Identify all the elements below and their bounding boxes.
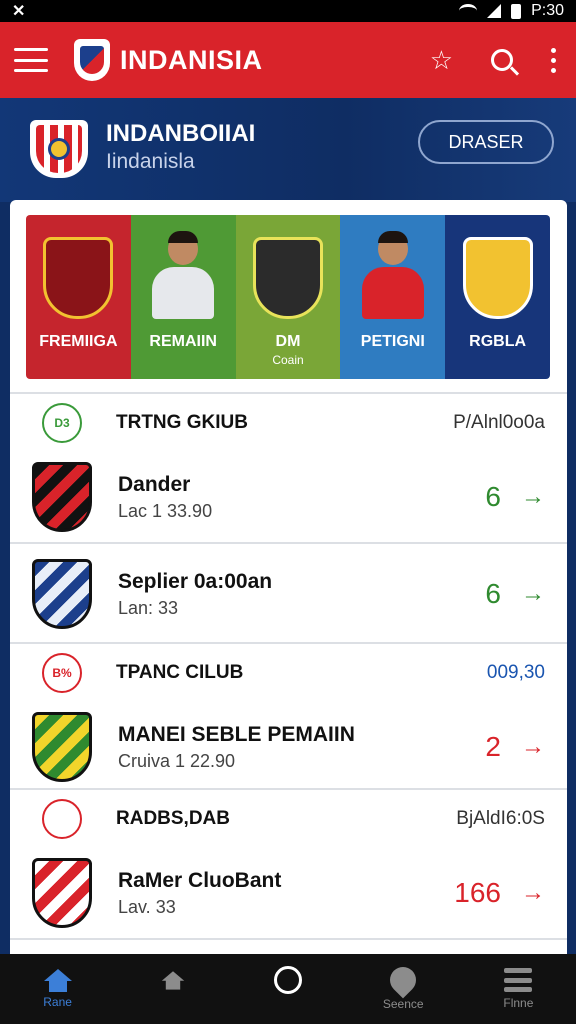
player-photo	[138, 227, 228, 327]
section-header: RADBS,DAB BjAldI6:0S	[10, 790, 567, 848]
category-label: REMAIIN	[149, 333, 217, 350]
status-indicators: P:30	[459, 2, 564, 20]
club-section: RADBS,DAB BjAldI6:0S RaMer CluoBant Lav.…	[10, 788, 567, 940]
nav-home[interactable]: Rane	[0, 954, 115, 1024]
section-title: TPANC CILUB	[116, 662, 244, 683]
section-badge-icon	[42, 799, 82, 839]
team-name: MANEI SEBLE PEMAIIN	[118, 722, 355, 746]
category-strip: FREMIIGA REMAIIN DM Coain PETIGNI RGBLA	[26, 215, 550, 379]
club-crest-icon	[43, 237, 114, 319]
home-icon	[43, 969, 72, 992]
search-icon[interactable]	[491, 49, 513, 71]
hero-subtitle: Iindanisla	[106, 150, 195, 173]
arrow-right-icon[interactable]: →	[521, 733, 545, 761]
category-tile-petigni[interactable]: PETIGNI	[340, 215, 446, 379]
bottom-navigation: Rane Seence Flnne	[0, 954, 576, 1024]
more-options-icon[interactable]	[551, 47, 556, 73]
category-label: PETIGNI	[360, 333, 425, 350]
battery-icon	[511, 3, 522, 19]
category-label: RGBLA	[469, 333, 527, 350]
team-row[interactable]: RaMer CluoBant Lav. 33 166 →	[10, 848, 567, 938]
main-card: FREMIIGA REMAIIN DM Coain PETIGNI RGBLA	[10, 200, 567, 960]
app-logo	[74, 39, 110, 81]
signal-icon	[487, 4, 502, 18]
category-label: DM	[275, 333, 301, 350]
section-header: B% TPANC CILUB 009,30	[10, 644, 567, 702]
app-bar: INDANISIA ☆	[0, 22, 576, 98]
wifi-icon	[459, 4, 478, 18]
nav-flnne[interactable]: Flnne	[461, 954, 576, 1024]
nav-label: Rane	[43, 995, 72, 1009]
hero-title: INDANBOIIAI	[106, 120, 256, 147]
shield-icon	[252, 237, 323, 319]
star-crest-icon	[462, 237, 533, 319]
club-section: B% TPANC CILUB 009,30 MANEI SEBLE PEMAII…	[10, 642, 567, 792]
team-crest-icon	[32, 712, 92, 782]
stadium-icon	[161, 971, 184, 990]
status-bar: ✕ P:30	[0, 0, 576, 22]
status-time: P:30	[531, 2, 564, 19]
team-count: 166	[454, 877, 501, 908]
category-tile-rgbla[interactable]: RGBLA	[445, 215, 550, 379]
category-tile-fremiiga[interactable]: FREMIIGA	[26, 215, 131, 379]
menu-icon	[504, 968, 533, 992]
arrow-right-icon[interactable]: →	[521, 483, 545, 511]
circle-icon	[274, 966, 302, 994]
team-count: 6	[485, 481, 501, 512]
nav-seence[interactable]: Seence	[346, 954, 461, 1024]
team-subtitle: Lan: 33	[118, 597, 179, 618]
section-meta: BjAldI6:0S	[456, 808, 545, 829]
category-tile-remaiin[interactable]: REMAIIN	[130, 215, 236, 379]
section-title: TRTNG GKIUB	[116, 412, 248, 433]
category-label: FREMIIGA	[39, 333, 118, 350]
league-crest	[30, 120, 88, 178]
team-name: Dander	[118, 472, 191, 496]
team-count: 2	[485, 731, 501, 762]
menu-icon[interactable]	[14, 48, 48, 72]
team-subtitle: Cruiva 1 22.90	[118, 750, 236, 771]
nav-circle[interactable]	[230, 954, 345, 1024]
app-title: INDANISIA	[120, 44, 263, 75]
star-icon[interactable]: ☆	[430, 47, 453, 73]
section-meta: P/Alnl0o0a	[453, 412, 545, 433]
nav-stadium[interactable]	[115, 954, 230, 1024]
category-tile-dm[interactable]: DM Coain	[235, 215, 341, 379]
team-count: 6	[485, 578, 501, 609]
hero-banner: INDANBOIIAI Iindanisla DRASER	[0, 98, 576, 202]
team-subtitle: Lac 1 33.90	[118, 500, 213, 521]
section-meta: 009,30	[486, 662, 545, 683]
section-badge-icon: B%	[42, 653, 82, 693]
player-photo	[348, 227, 438, 327]
team-name: RaMer CluoBant	[118, 868, 282, 892]
hero-action-button[interactable]: DRASER	[418, 120, 554, 164]
team-row[interactable]: Dander Lac 1 33.90 6 →	[10, 452, 567, 542]
team-crest-icon	[32, 462, 92, 532]
club-section: D3 TRTNG GKIUB P/Alnl0o0a Dander Lac 1 3…	[10, 392, 567, 644]
team-crest-icon	[32, 559, 92, 629]
team-crest-icon	[32, 858, 92, 928]
category-sublabel: Coain	[272, 353, 304, 367]
arrow-right-icon[interactable]: →	[521, 879, 545, 907]
team-subtitle: Lav. 33	[118, 896, 176, 917]
team-row[interactable]: Seplier 0a:00an Lan: 33 6 →	[10, 544, 567, 644]
section-header: D3 TRTNG GKIUB P/Alnl0o0a	[10, 394, 567, 452]
section-title: RADBS,DAB	[116, 808, 230, 829]
x-icon: ✕	[12, 3, 26, 20]
team-row[interactable]: MANEI SEBLE PEMAIIN Cruiva 1 22.90 2 →	[10, 702, 567, 792]
arrow-right-icon[interactable]: →	[521, 580, 545, 608]
team-name: Seplier 0a:00an	[118, 569, 273, 593]
location-icon	[384, 961, 422, 999]
nav-label: Flnne	[503, 996, 534, 1010]
section-badge-icon: D3	[42, 403, 82, 443]
nav-label: Seence	[382, 997, 424, 1011]
